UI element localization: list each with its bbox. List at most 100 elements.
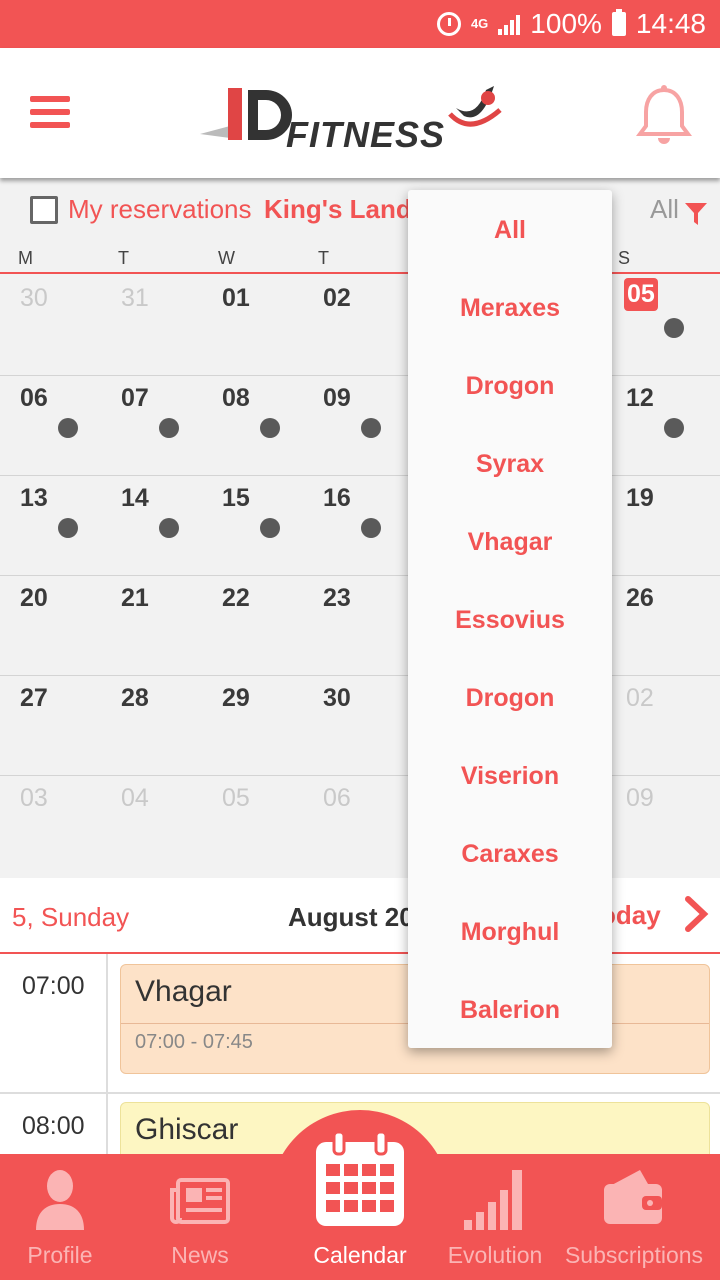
calendar-day[interactable]: 07: [121, 384, 149, 413]
calendar-day[interactable]: 28: [121, 684, 149, 713]
app-header: FITNESS: [0, 48, 720, 178]
event-dot: [664, 418, 684, 438]
dropdown-option[interactable]: Meraxes: [408, 294, 612, 323]
signal-icon: [498, 13, 521, 35]
time-slot-label: 08:00: [22, 1112, 85, 1140]
nav-label: Evolution: [447, 1242, 543, 1268]
my-reservations-checkbox[interactable]: [30, 196, 58, 224]
date-bar: 5, Sunday August 201 oday: [0, 878, 720, 954]
class-name: Vhagar: [135, 975, 232, 1008]
dropdown-option[interactable]: Syrax: [408, 450, 612, 479]
filter-row: My reservations King's Landin All: [0, 182, 720, 242]
time-slot-label: 07:00: [22, 972, 85, 1000]
calendar-icon: [316, 1130, 404, 1226]
calendar-day[interactable]: 19: [626, 484, 654, 513]
calendar-week: 13 14 15 16 19: [0, 476, 720, 576]
calendar-day[interactable]: 14: [121, 484, 149, 513]
calendar-day[interactable]: 12: [626, 384, 654, 413]
funnel-icon[interactable]: [684, 202, 708, 226]
calendar-day[interactable]: 02: [626, 684, 654, 713]
dropdown-option[interactable]: Caraxes: [408, 840, 612, 869]
weekday-label: M: [18, 248, 33, 268]
dropdown-option[interactable]: Drogon: [408, 684, 612, 713]
class-time-range: 07:00 - 07:45: [135, 1031, 253, 1053]
calendar-day[interactable]: 03: [20, 784, 48, 813]
dropdown-option[interactable]: Vhagar: [408, 528, 612, 557]
dropdown-option[interactable]: Viserion: [408, 762, 612, 791]
newspaper-icon: [170, 1178, 230, 1224]
calendar-week: 30 31 01 02 05: [0, 276, 720, 376]
calendar-day[interactable]: 22: [222, 584, 250, 613]
wallet-icon: [604, 1170, 662, 1224]
calendar-day[interactable]: 02: [323, 284, 351, 313]
my-reservations-label[interactable]: My reservations: [68, 194, 252, 225]
calendar-day[interactable]: 30: [323, 684, 351, 713]
selected-day: 5, Sunday: [12, 902, 130, 932]
nav-calendar[interactable]: Calendar: [290, 1130, 430, 1280]
weekday-label: T: [318, 248, 329, 268]
calendar-day[interactable]: 16: [323, 484, 351, 513]
class-name: Ghiscar: [135, 1113, 239, 1146]
calendar-day[interactable]: 06: [20, 384, 48, 413]
calendar-day[interactable]: 29: [222, 684, 250, 713]
event-dot: [361, 518, 381, 538]
calendar-day[interactable]: 06: [323, 784, 351, 813]
calendar-day[interactable]: 09: [626, 784, 654, 813]
calendar-day[interactable]: 26: [626, 584, 654, 613]
filter-value[interactable]: All: [650, 194, 679, 225]
calendar-day-today[interactable]: 05: [624, 278, 658, 311]
calendar-day[interactable]: 15: [222, 484, 250, 513]
calendar-day[interactable]: 05: [222, 784, 250, 813]
event-dot: [260, 418, 280, 438]
bell-icon[interactable]: [636, 84, 692, 148]
calendar-grid: 30 31 01 02 05 06 07 08 09 12 13 14 15 1…: [0, 276, 720, 876]
dropdown-option[interactable]: All: [408, 216, 612, 245]
calendar-week: 27 28 29 30 02: [0, 676, 720, 776]
logo-text: FITNESS: [286, 114, 446, 155]
battery-percent: 100%: [530, 8, 602, 39]
dropdown-option[interactable]: Morghul: [408, 918, 612, 947]
nav-evolution[interactable]: Evolution: [440, 1154, 550, 1280]
event-dot: [361, 418, 381, 438]
weekday-label: S: [618, 248, 631, 268]
nav-label: News: [171, 1242, 229, 1268]
divider: [0, 1092, 720, 1094]
event-dot: [159, 518, 179, 538]
bottom-nav: Profile News Calendar Evolution Subscrip…: [0, 1130, 720, 1280]
calendar-day[interactable]: 08: [222, 384, 250, 413]
app-logo: FITNESS: [200, 76, 520, 156]
dropdown-option[interactable]: Balerion: [408, 996, 612, 1025]
event-dot: [58, 518, 78, 538]
person-icon: [36, 1170, 84, 1230]
menu-icon[interactable]: [30, 96, 70, 128]
nav-label: Subscriptions: [564, 1242, 704, 1268]
event-dot: [664, 318, 684, 338]
calendar-day[interactable]: 30: [20, 284, 48, 313]
calendar-day[interactable]: 27: [20, 684, 48, 713]
nav-news[interactable]: News: [140, 1154, 260, 1280]
nav-subscriptions[interactable]: Subscriptions: [564, 1154, 704, 1280]
weekday-header: M T W T F S S: [0, 242, 720, 274]
calendar-day[interactable]: 04: [121, 784, 149, 813]
weekday-label: W: [218, 248, 235, 268]
status-bar: 4G 100% 14:48: [0, 0, 720, 48]
dropdown-option[interactable]: Essovius: [408, 606, 612, 635]
calendar-week: 20 21 22 23 26: [0, 576, 720, 676]
weekday-label: T: [118, 248, 129, 268]
chevron-right-icon[interactable]: [682, 896, 710, 932]
calendar-day[interactable]: 23: [323, 584, 351, 613]
chart-bars-icon: [464, 1170, 522, 1230]
calendar-day[interactable]: 20: [20, 584, 48, 613]
dropdown-option[interactable]: Drogon: [408, 372, 612, 401]
calendar-day[interactable]: 13: [20, 484, 48, 513]
battery-icon: [611, 9, 626, 36]
event-dot: [58, 418, 78, 438]
calendar-day[interactable]: 01: [222, 284, 250, 313]
event-dot: [159, 418, 179, 438]
nav-profile[interactable]: Profile: [0, 1154, 120, 1280]
calendar-week: 03 04 05 06 09: [0, 776, 720, 876]
calendar-week: 06 07 08 09 12: [0, 376, 720, 476]
calendar-day[interactable]: 31: [121, 284, 149, 313]
calendar-day[interactable]: 09: [323, 384, 351, 413]
calendar-day[interactable]: 21: [121, 584, 149, 613]
